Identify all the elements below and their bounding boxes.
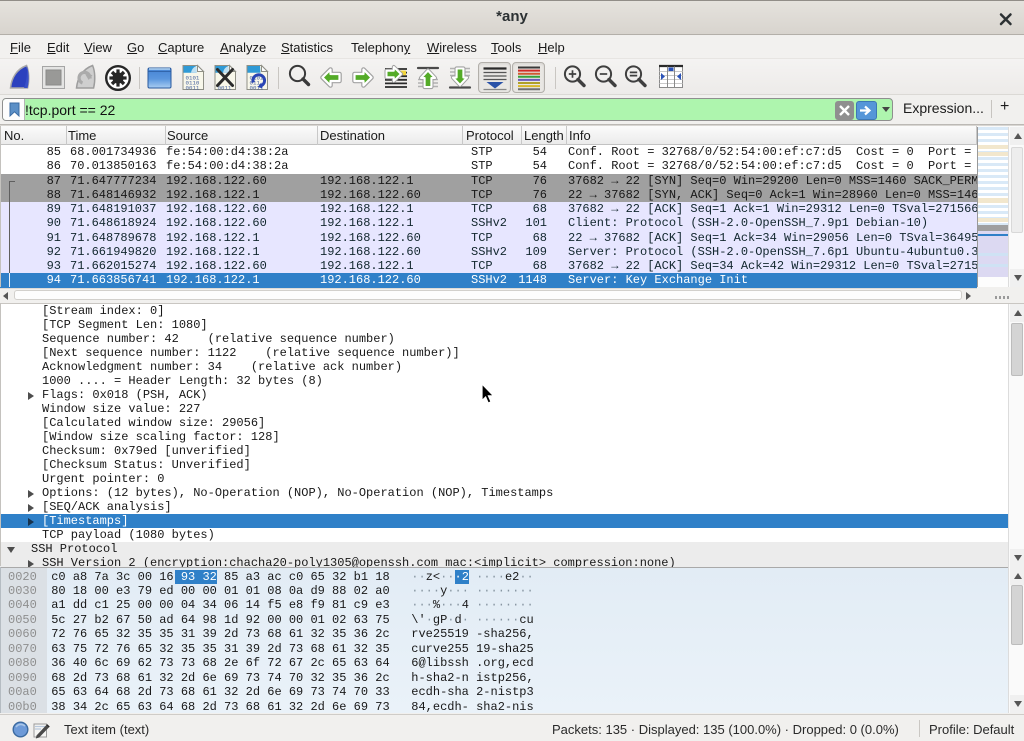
svg-text:0011: 0011 <box>186 85 200 92</box>
svg-text:0011: 0011 <box>218 85 232 92</box>
